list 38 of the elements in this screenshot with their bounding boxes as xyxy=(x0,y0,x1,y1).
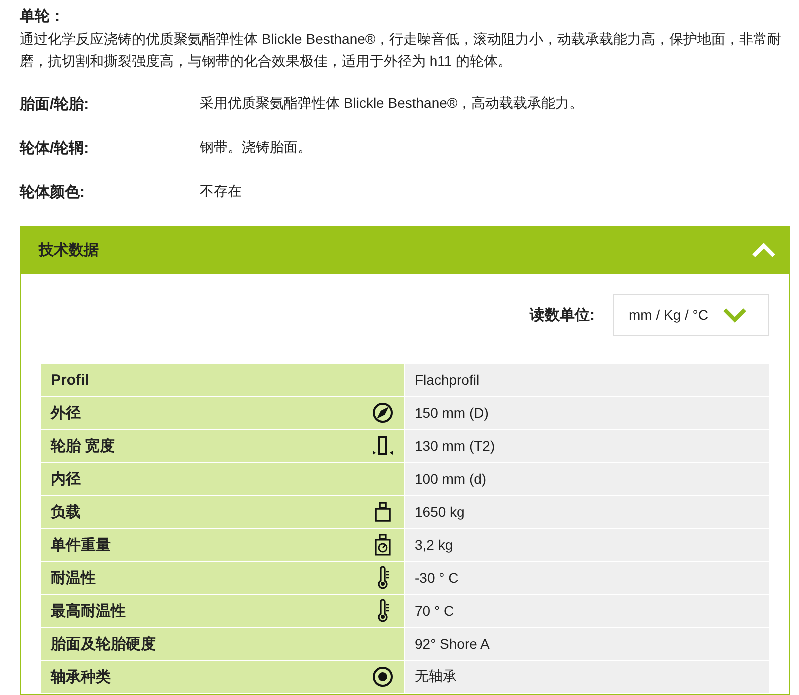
units-dropdown[interactable]: mm / Kg / °C xyxy=(613,294,769,336)
width-icon xyxy=(372,434,394,458)
spec-label: 外径 xyxy=(51,404,81,422)
property-value: 钢带。浇铸胎面。 xyxy=(200,139,312,157)
spec-value-cell: Flachprofil xyxy=(404,364,769,396)
spec-value-cell: 100 mm (d) xyxy=(404,463,769,495)
panel-title: 技术数据 xyxy=(39,240,99,260)
weight-icon xyxy=(372,500,394,524)
property-label: 胎面/轮胎: xyxy=(20,94,90,114)
wheel-title: 单轮： xyxy=(20,7,66,27)
spec-value-cell: 3,2 kg xyxy=(404,529,769,561)
scale-weight-icon xyxy=(372,533,394,557)
spec-value-cell: -30 ° C xyxy=(404,562,769,594)
spec-value-cell: 150 mm (D) xyxy=(404,397,769,429)
spec-label: 单件重量 xyxy=(51,536,111,554)
spec-value-cell: 无轴承 xyxy=(404,661,769,693)
spec-label: 轮胎 宽度 xyxy=(51,436,116,456)
spec-label: 最高耐温性 xyxy=(51,602,126,620)
property-label: 轮体/轮辋: xyxy=(20,138,90,158)
diameter-icon xyxy=(372,401,394,425)
spec-value-cell: 130 mm (T2) xyxy=(404,430,769,462)
bearing-icon xyxy=(372,665,394,689)
spec-label: 负载 xyxy=(51,502,81,522)
property-label: 轮体颜色: xyxy=(20,182,86,202)
spec-label: 胎面及轮胎硬度 xyxy=(51,634,156,654)
collapse-button[interactable] xyxy=(751,242,777,258)
property-value: 不存在 xyxy=(200,183,242,201)
spec-value-cell: 1650 kg xyxy=(404,496,769,528)
spec-label: 内径 xyxy=(51,470,81,488)
spec-value-cell: 70 ° C xyxy=(404,595,769,627)
property-value: 采用优质聚氨酯弹性体 Blickle Besthane®，高动载载承能力。 xyxy=(200,95,584,113)
chevron-down-icon xyxy=(722,307,748,323)
spec-label: Profil xyxy=(51,372,90,388)
spec-label: 轴承种类 xyxy=(51,668,111,686)
wheel-description: 通过化学反应浇铸的优质聚氨酯弹性体 Blickle Besthane®，行走噪音低，滚动阻力小，动载承载能力高，保护地面，非常耐磨，抗切割和撕裂强度高，与钢带的化合效果极佳，适用于外径为 h11 的轮体。 xyxy=(20,30,783,71)
units-label: 读数单位: xyxy=(530,306,595,324)
spec-value-cell: 92° Shore A xyxy=(404,628,769,660)
spec-label: 耐温性 xyxy=(51,568,96,588)
